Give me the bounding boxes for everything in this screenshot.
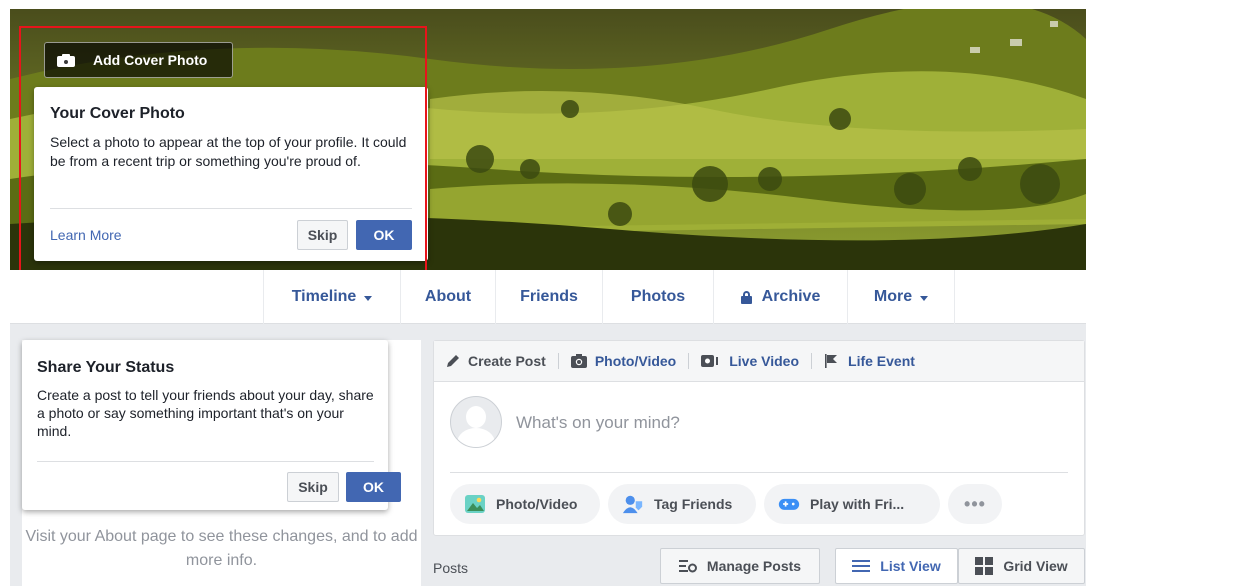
flag-icon bbox=[825, 354, 838, 368]
action-label: Play with Fri... bbox=[810, 496, 905, 512]
cover-photo-popup: Your Cover Photo Select a photo to appea… bbox=[34, 87, 428, 261]
settings-list-icon bbox=[678, 560, 697, 573]
action-label: Photo/Video bbox=[496, 496, 578, 512]
list-view-button[interactable]: List View bbox=[835, 548, 958, 584]
avatar bbox=[450, 396, 502, 448]
tab-label: Archive bbox=[761, 288, 821, 305]
caret-down-icon bbox=[920, 295, 929, 301]
list-icon bbox=[852, 560, 871, 572]
tab-about[interactable]: About bbox=[400, 270, 495, 324]
tab-label: Photo/Video bbox=[594, 353, 677, 369]
popup-title: Your Cover Photo bbox=[50, 105, 185, 122]
live-video-icon bbox=[701, 355, 719, 367]
caret-down-icon bbox=[364, 295, 373, 301]
pencil-icon bbox=[447, 355, 459, 367]
game-controller-icon bbox=[778, 498, 800, 510]
manage-posts-button[interactable]: Manage Posts bbox=[660, 548, 820, 584]
post-composer: Create Post Photo/Video Live Video Life … bbox=[433, 340, 1085, 536]
play-with-friends-action[interactable]: Play with Fri... bbox=[764, 484, 940, 524]
grid-icon bbox=[975, 557, 994, 575]
skip-button[interactable]: Skip bbox=[297, 220, 348, 250]
tab-label: Friends bbox=[520, 288, 578, 305]
grid-view-button[interactable]: Grid View bbox=[958, 548, 1085, 584]
tab-timeline[interactable]: Timeline bbox=[263, 270, 400, 324]
tab-label: Timeline bbox=[291, 288, 357, 305]
list-view-label: List View bbox=[880, 558, 941, 574]
photo-icon bbox=[465, 495, 485, 513]
posts-heading: Posts bbox=[433, 560, 469, 576]
popup-body: Select a photo to appear at the top of y… bbox=[50, 134, 407, 169]
more-icon: ••• bbox=[964, 493, 986, 514]
about-hint-text: Visit your About page to see these chang… bbox=[25, 528, 418, 569]
tab-archive[interactable]: Archive bbox=[713, 270, 847, 324]
tab-friends[interactable]: Friends bbox=[495, 270, 602, 324]
add-cover-photo-button[interactable]: Add Cover Photo bbox=[44, 42, 233, 78]
tab-photos[interactable]: Photos bbox=[602, 270, 713, 324]
tab-label: Create Post bbox=[468, 353, 546, 369]
tab-label: Photos bbox=[630, 288, 686, 305]
composer-tabs: Create Post Photo/Video Live Video Life … bbox=[434, 341, 1084, 382]
skip-button[interactable]: Skip bbox=[287, 472, 339, 502]
tab-more[interactable]: More bbox=[847, 270, 955, 324]
camera-icon bbox=[57, 53, 75, 67]
create-post-tab[interactable]: Create Post bbox=[434, 351, 558, 371]
tab-label: More bbox=[873, 288, 913, 305]
add-cover-photo-label: Add Cover Photo bbox=[93, 52, 208, 68]
tag-friends-icon bbox=[622, 495, 643, 514]
tag-friends-action[interactable]: Tag Friends bbox=[608, 484, 756, 524]
popup-divider bbox=[37, 461, 374, 462]
ok-button[interactable]: OK bbox=[356, 220, 412, 250]
share-status-popup: Share Your Status Create a post to tell … bbox=[22, 340, 401, 510]
photo-video-action[interactable]: Photo/Video bbox=[450, 484, 600, 524]
tab-label: About bbox=[424, 288, 472, 305]
profile-nav: Timeline About Friends Photos Archive Mo… bbox=[10, 270, 1086, 324]
popup-divider bbox=[50, 208, 412, 209]
ok-button[interactable]: OK bbox=[346, 472, 401, 502]
left-gutter bbox=[0, 0, 10, 586]
lock-icon bbox=[740, 290, 752, 304]
composer-divider bbox=[450, 472, 1068, 473]
learn-more-link[interactable]: Learn More bbox=[50, 227, 122, 243]
popup-body: Create a post to tell your friends about… bbox=[37, 387, 374, 439]
manage-posts-label: Manage Posts bbox=[706, 558, 802, 574]
camera-icon bbox=[570, 354, 587, 368]
live-video-tab[interactable]: Live Video bbox=[689, 351, 811, 371]
action-label: Tag Friends bbox=[654, 496, 733, 512]
tab-label: Live Video bbox=[729, 353, 800, 369]
grid-view-label: Grid View bbox=[1003, 558, 1068, 574]
life-event-tab[interactable]: Life Event bbox=[812, 351, 927, 371]
right-column bbox=[1086, 0, 1250, 586]
status-input[interactable]: What's on your mind? bbox=[516, 413, 680, 433]
more-actions-button[interactable]: ••• bbox=[948, 484, 1002, 524]
photo-video-tab[interactable]: Photo/Video bbox=[559, 351, 688, 371]
top-edge bbox=[0, 0, 1250, 9]
popup-title: Share Your Status bbox=[37, 359, 175, 376]
tab-label: Life Event bbox=[848, 353, 915, 369]
